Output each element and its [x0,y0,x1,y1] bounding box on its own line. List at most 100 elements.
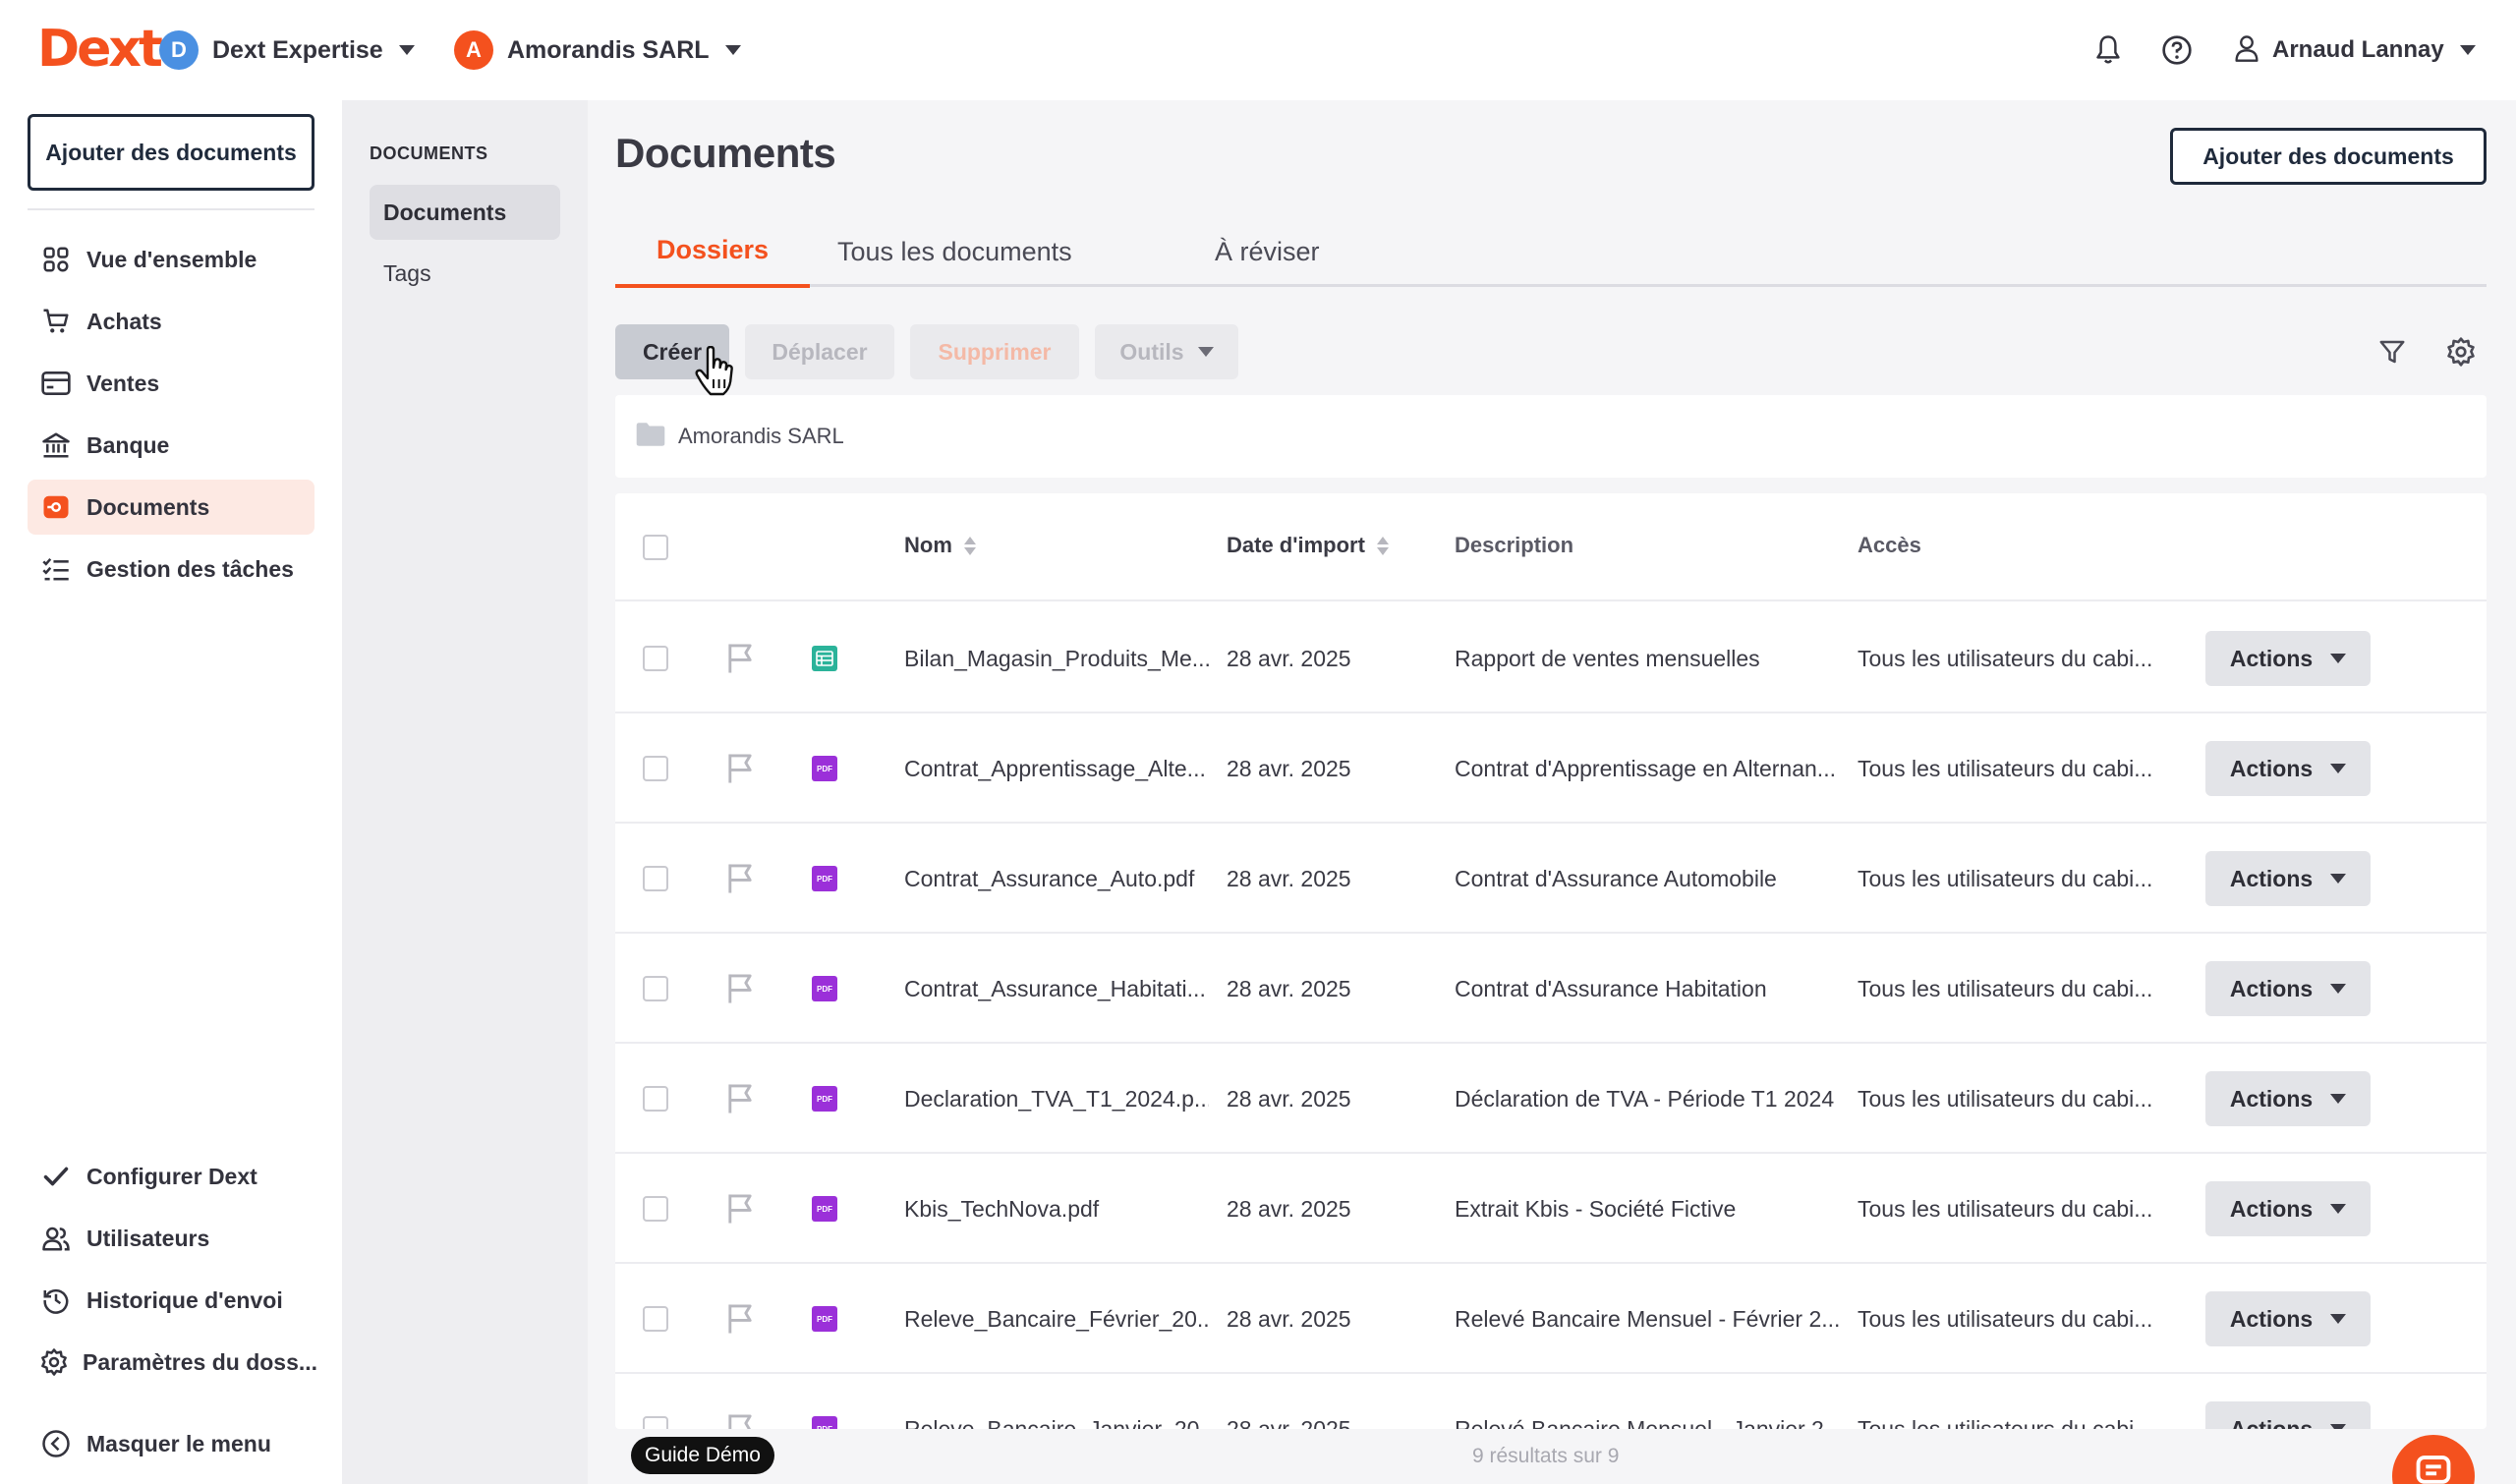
flag-icon[interactable] [725,973,755,1004]
actions-dropdown[interactable]: Actions [2205,631,2371,686]
table-row[interactable]: PDF Releve_Bancaire_Février_20... 28 avr. … [615,1264,2487,1374]
row-checkbox[interactable] [643,976,668,1001]
document-name[interactable]: Bilan_Magasin_Produits_Me... [904,603,1209,713]
import-date: 28 avr. 2025 [1227,645,1351,671]
bell-icon[interactable] [2089,31,2127,69]
actions-label: Actions [2229,975,2314,1001]
sidebar-item-configure[interactable]: Configurer Dext [28,1149,314,1204]
table-row[interactable]: Bilan_Magasin_Produits_Me... 28 avr. 2025… [615,603,2487,713]
actions-dropdown[interactable]: Actions [2205,1291,2371,1346]
actions-dropdown[interactable]: Actions [2205,1401,2371,1429]
table-row[interactable]: PDF Contrat_Assurance_Auto.pdf 28 avr. 202… [615,824,2487,934]
sidebar-item-sales[interactable]: Ventes [28,356,314,411]
document-name[interactable]: Contrat_Apprentissage_Alte... [904,713,1209,824]
actions-dropdown[interactable]: Actions [2205,1181,2371,1236]
tab-to-review[interactable]: À réviser [1173,216,1361,287]
top-bar: Dext D Dext Expertise A Amorandis SARL A… [0,0,2516,100]
import-date: 28 avr. 2025 [1227,755,1351,781]
guide-demo-badge[interactable]: Guide Démo [631,1437,774,1474]
client-avatar: A [454,30,493,70]
row-checkbox[interactable] [643,756,668,781]
document-name[interactable]: Releve_Bancaire_Février_20... [904,1264,1209,1374]
delete-button[interactable]: Supprimer [910,324,1079,379]
practice-switcher[interactable]: D Dext Expertise [159,28,415,73]
row-checkbox[interactable] [643,1416,668,1429]
flag-icon[interactable] [725,1413,755,1429]
subnav-item-documents[interactable]: Documents [370,185,560,240]
sidebar-item-documents[interactable]: Documents [28,480,314,535]
dext-logo[interactable]: Dext [37,18,163,81]
actions-dropdown[interactable]: Actions [2205,961,2371,1016]
table-row[interactable]: PDF Contrat_Apprentissage_Alte... 28 avr. … [615,713,2487,824]
pdf-file-icon: PDF [812,1416,837,1429]
document-description: Relevé Bancaire Mensuel - Février 2... [1455,1305,1841,1332]
subnav-item-tags[interactable]: Tags [370,246,560,301]
filter-icon[interactable] [2373,332,2412,371]
document-name[interactable]: Kbis_TechNova.pdf [904,1154,1209,1264]
table-row[interactable]: PDF Declaration_TVA_T1_2024.p... 28 avr. 2… [615,1044,2487,1154]
row-checkbox[interactable] [643,1196,668,1222]
document-name[interactable]: Contrat_Assurance_Auto.pdf [904,824,1209,934]
sidebar-item-label: Utilisateurs [86,1225,210,1251]
chevron-down-icon [1197,347,1214,357]
row-checkbox[interactable] [643,1306,668,1332]
row-checkbox[interactable] [643,866,668,891]
table-row[interactable]: PDF Releve_Bancaire_Janvier_20... 28 avr. … [615,1374,2487,1429]
flag-icon[interactable] [725,753,755,784]
row-checkbox[interactable] [643,1086,668,1112]
table-row[interactable]: PDF Kbis_TechNova.pdf 28 avr. 2025 Extrait … [615,1154,2487,1264]
sidebar-item-file-settings[interactable]: Paramètres du doss... [28,1335,317,1390]
column-header-date[interactable]: Date d'import [1227,533,1389,558]
select-all-checkbox[interactable] [643,535,668,560]
sidebar-item-history[interactable]: Historique d'envoi [28,1273,314,1328]
chevron-down-icon [2459,45,2476,55]
document-name[interactable]: Contrat_Assurance_Habitati... [904,934,1209,1044]
import-date: 28 avr. 2025 [1227,1085,1351,1112]
help-icon[interactable] [2158,31,2196,69]
table-header: Nom Date d'import Description Accès [615,493,2487,601]
check-icon [39,1160,73,1193]
sidebar-item-purchases[interactable]: Achats [28,294,314,349]
sidebar-item-users[interactable]: Utilisateurs [28,1211,314,1266]
sidebar-item-hide-menu[interactable]: Masquer le menu [28,1416,314,1471]
sidebar-item-overview[interactable]: Vue d'ensemble [28,232,314,287]
grid-icon [39,243,73,276]
documents-icon [39,490,73,524]
document-description: Déclaration de TVA - Période T1 2024 [1455,1085,1835,1112]
flag-icon[interactable] [725,643,755,674]
actions-dropdown[interactable]: Actions [2205,1071,2371,1126]
row-checkbox[interactable] [643,646,668,671]
breadcrumb-folder[interactable]: Amorandis SARL [678,424,844,449]
tab-folders[interactable]: Dossiers [615,216,811,288]
sidebar-divider [28,208,314,210]
gear-icon[interactable] [2441,332,2481,371]
flag-icon[interactable] [725,863,755,894]
tab-all-documents[interactable]: Tous les documents [796,216,1114,287]
actions-label: Actions [2229,755,2314,781]
column-header-name[interactable]: Nom [904,533,976,558]
sidebar-item-bank[interactable]: Banque [28,418,314,473]
tools-dropdown[interactable]: Outils [1095,324,1238,379]
chevron-down-icon [2330,1204,2347,1214]
flag-icon[interactable] [725,1193,755,1225]
import-date: 28 avr. 2025 [1227,1415,1351,1430]
document-description: Rapport de ventes mensuelles [1455,645,1760,671]
actions-label: Actions [2229,645,2314,671]
table-footer: 9 résultats sur 9 [588,1429,2516,1484]
user-menu[interactable]: Arnaud Lannay [2233,29,2476,71]
sidebar-item-tasks[interactable]: Gestion des tâches [28,542,314,597]
document-name[interactable]: Releve_Bancaire_Janvier_20... [904,1374,1209,1430]
document-access: Tous les utilisateurs du cabi... [1858,1305,2153,1332]
flag-icon[interactable] [725,1303,755,1335]
table-row[interactable]: PDF Contrat_Assurance_Habitati... 28 avr. … [615,934,2487,1044]
actions-dropdown[interactable]: Actions [2205,851,2371,906]
document-name[interactable]: Declaration_TVA_T1_2024.p... [904,1044,1209,1154]
actions-dropdown[interactable]: Actions [2205,741,2371,796]
add-documents-header-button[interactable]: Ajouter des documents [2170,128,2487,185]
add-documents-button[interactable]: Ajouter des documents [28,114,314,191]
flag-icon[interactable] [725,1083,755,1114]
users-icon [39,1222,73,1255]
pdf-file-icon: PDF [812,1086,837,1112]
client-switcher[interactable]: A Amorandis SARL [454,28,741,73]
move-button[interactable]: Déplacer [745,324,894,379]
